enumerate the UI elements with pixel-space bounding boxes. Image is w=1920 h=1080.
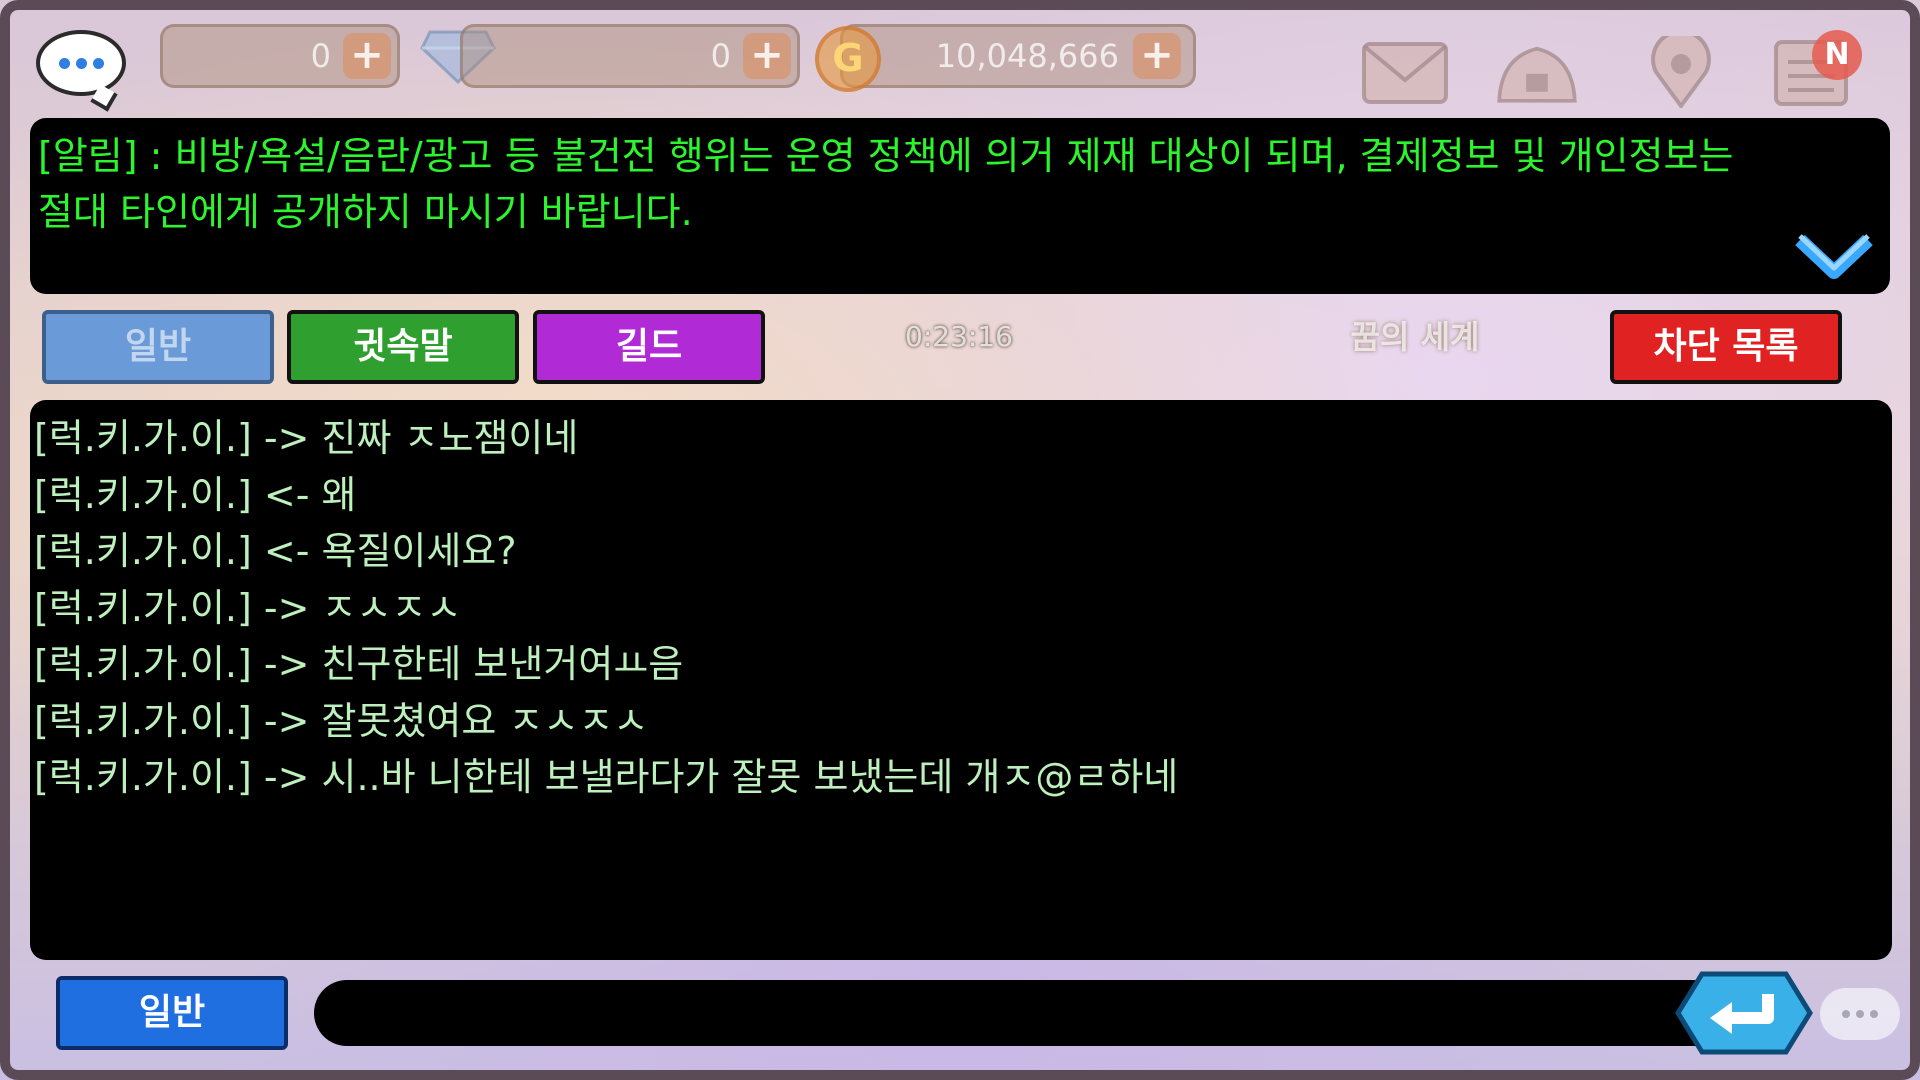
resource-bar: 0 + 0 + 10,048,666 + G N <box>0 0 1920 115</box>
house-icon[interactable] <box>1492 36 1582 108</box>
chat-bubble-icon[interactable] <box>1820 988 1900 1040</box>
new-badge: N <box>1812 30 1862 80</box>
chat-message: [럭.키.가.이.] -> 진짜 ㅈ노잼이네 <box>34 416 579 460</box>
gold-coin-icon: G <box>815 26 881 92</box>
tab-whisper[interactable]: 귓속말 <box>287 310 519 384</box>
chat-message: [럭.키.가.이.] <- 왜 <box>34 472 357 517</box>
chat-message: [럭.키.가.이.] -> ㅈㅅㅈㅅ <box>34 585 462 630</box>
chat-log[interactable]: [럭.키.가.이.] -> 진짜 ㅈ노잼이네 [럭.키.가.이.] <- 왜 [… <box>30 400 1892 960</box>
chat-message: [럭.키.가.이.] -> 잘못쳤여요 ㅈㅅㅈㅅ <box>34 698 649 743</box>
mail-icon[interactable] <box>1360 36 1450 108</box>
tab-guild[interactable]: 길드 <box>533 310 765 384</box>
chat-input[interactable] <box>314 980 1744 1046</box>
block-list-button[interactable]: 차단 목록 <box>1610 310 1842 384</box>
channel-select-button[interactable]: 일반 <box>56 976 288 1050</box>
world-name: 꿈의 세계 <box>1350 318 1480 356</box>
session-timer: 0:23:16 <box>905 320 1013 353</box>
notice-line-1: [알림] : 비방/욕설/음란/광고 등 불건전 행위는 운영 정책에 의거 제… <box>38 134 1734 178</box>
gold-value: 10,048,666 <box>935 37 1119 75</box>
resource-2-add-button[interactable]: + <box>743 33 791 79</box>
resource-1-value: 0 <box>310 37 331 75</box>
resource-1-add-button[interactable]: + <box>343 33 391 79</box>
gold-pill: 10,048,666 + <box>840 24 1196 88</box>
notice-panel: [알림] : 비방/욕설/음란/광고 등 불건전 행위는 운영 정책에 의거 제… <box>30 118 1890 294</box>
notice-line-2: 절대 타인에게 공개하지 마시기 바랍니다. <box>38 190 693 234</box>
chat-message: [럭.키.가.이.] -> 시..바 니한테 보낼라다가 잘못 보냈는데 개ㅈ@… <box>34 755 1179 799</box>
enter-arrow-icon[interactable] <box>1674 968 1814 1058</box>
resource-2-value: 0 <box>710 37 731 75</box>
resource-2-pill: 0 + <box>460 24 800 88</box>
chat-message: [럭.키.가.이.] -> 친구한테 보낸거여ㅛ음 <box>34 642 684 686</box>
speech-bubble-icon[interactable] <box>36 30 126 96</box>
tab-general[interactable]: 일반 <box>42 310 274 384</box>
resource-1-pill: 0 + <box>160 24 400 88</box>
map-pin-icon[interactable] <box>1636 36 1726 108</box>
gold-add-button[interactable]: + <box>1133 33 1181 79</box>
chevron-down-icon[interactable] <box>1794 226 1874 286</box>
chat-message: [럭.키.가.이.] <- 욕질이세요? <box>34 529 517 573</box>
